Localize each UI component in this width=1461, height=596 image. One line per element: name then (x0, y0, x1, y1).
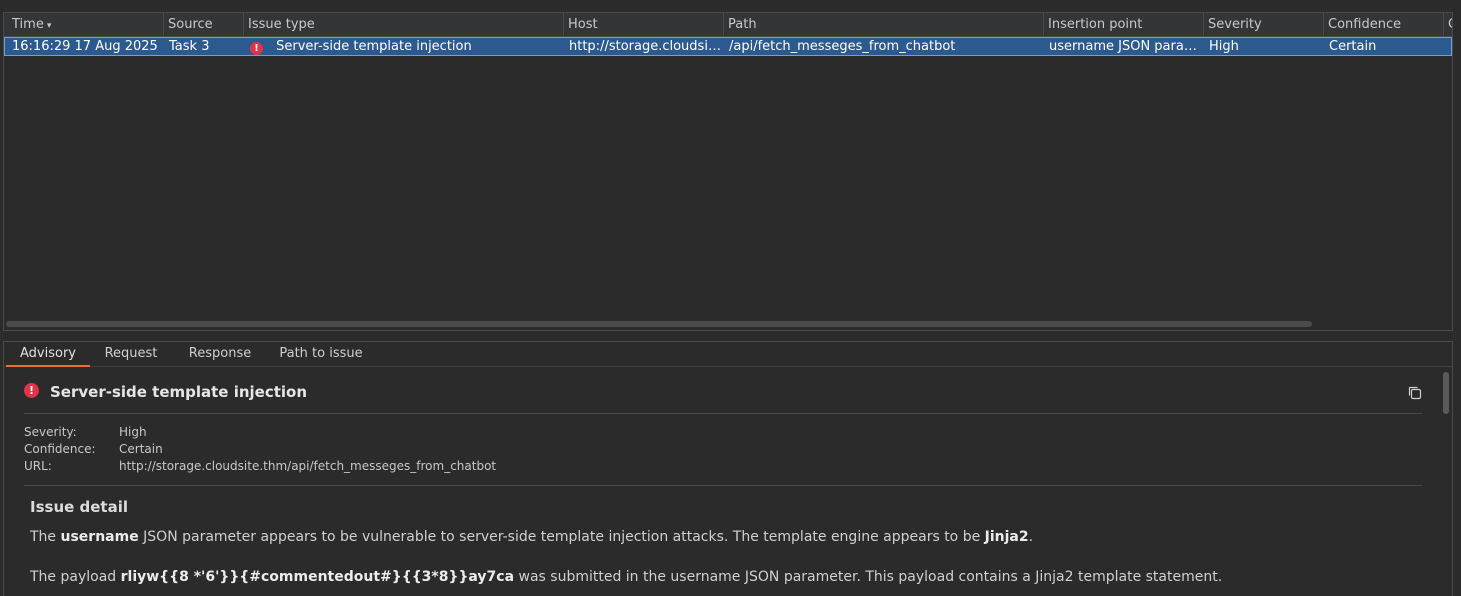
column-header-confidence[interactable]: Confidence (1324, 13, 1444, 37)
divider (24, 485, 1422, 486)
confidence-value: Certain (119, 442, 163, 456)
severity-label: Severity: (24, 425, 77, 439)
cell-insertion-point: username JSON param... (1049, 39, 1203, 54)
advisory-header: ! Server-side template injection (24, 383, 307, 403)
template-engine: Jinja2 (984, 529, 1029, 545)
issue-detail-heading: Issue detail (30, 498, 128, 516)
url-value: http://storage.cloudsite.thm/api/fetch_m… (119, 459, 497, 473)
payload-text: rliyw{{8 *'6'}}{#commentedout#}{{3*8}}ay… (120, 569, 515, 585)
issue-detail-panel: Advisory Request Response Path to issue … (3, 341, 1453, 596)
table-header: Time ▾ Source Issue type Host Path Insert… (4, 13, 1452, 37)
advisory-content: ! Server-side template injection Severit… (4, 368, 1440, 596)
divider (24, 413, 1422, 414)
cell-time: 16:16:29 17 Aug 2025 (12, 39, 158, 54)
severity-value: High (119, 425, 147, 439)
cell-path: /api/fetch_messeges_from_chatbot (729, 39, 956, 54)
column-header-source[interactable]: Source (164, 13, 244, 37)
advisory-title: Server-side template injection (50, 383, 308, 401)
cell-severity: High (1209, 39, 1239, 54)
sort-desc-icon: ▾ (46, 21, 52, 31)
cell-confidence: Certain (1329, 39, 1377, 54)
issue-type-text: Server-side template injection (276, 39, 472, 54)
issues-table: Time ▾ Source Issue type Host Path Insert… (3, 12, 1453, 331)
tab-request[interactable]: Request (92, 342, 170, 367)
error-icon: ! (250, 42, 263, 55)
cell-source: Task 3 (169, 39, 210, 54)
tab-advisory[interactable]: Advisory (6, 342, 90, 367)
column-header-time[interactable]: Time ▾ (4, 13, 164, 37)
url-label: URL: (24, 459, 52, 473)
horizontal-scrollbar[interactable] (6, 321, 1312, 327)
cell-issue-type: ! Server-side template injection (245, 38, 565, 55)
table-row[interactable]: 16:16:29 17 Aug 2025 Task 3 ! Server-sid… (4, 37, 1452, 56)
vertical-scrollbar[interactable] (1440, 368, 1452, 596)
confidence-label: Confidence: (24, 442, 96, 456)
parameter-name: username (60, 529, 139, 545)
column-header-truncated[interactable]: C (1444, 13, 1452, 37)
issue-detail-paragraph-2: The payload rliyw{{8 *'6'}}{#commentedou… (30, 569, 1223, 585)
column-header-severity[interactable]: Severity (1204, 13, 1324, 37)
column-header-issue-type[interactable]: Issue type (244, 13, 564, 37)
column-header-host[interactable]: Host (564, 13, 724, 37)
error-icon: ! (24, 383, 39, 398)
cell-host: http://storage.cloudsit... (569, 39, 723, 54)
copy-icon[interactable] (1407, 385, 1423, 401)
column-header-insertion-point[interactable]: Insertion point (1044, 13, 1204, 37)
vertical-scrollbar-thumb[interactable] (1443, 372, 1449, 414)
tab-response[interactable]: Response (176, 342, 264, 367)
tab-path-to-issue[interactable]: Path to issue (270, 342, 372, 367)
issue-detail-paragraph-1: The username JSON parameter appears to b… (30, 529, 1034, 545)
detail-tabs: Advisory Request Response Path to issue (4, 342, 1452, 367)
column-header-path[interactable]: Path (724, 13, 1044, 37)
